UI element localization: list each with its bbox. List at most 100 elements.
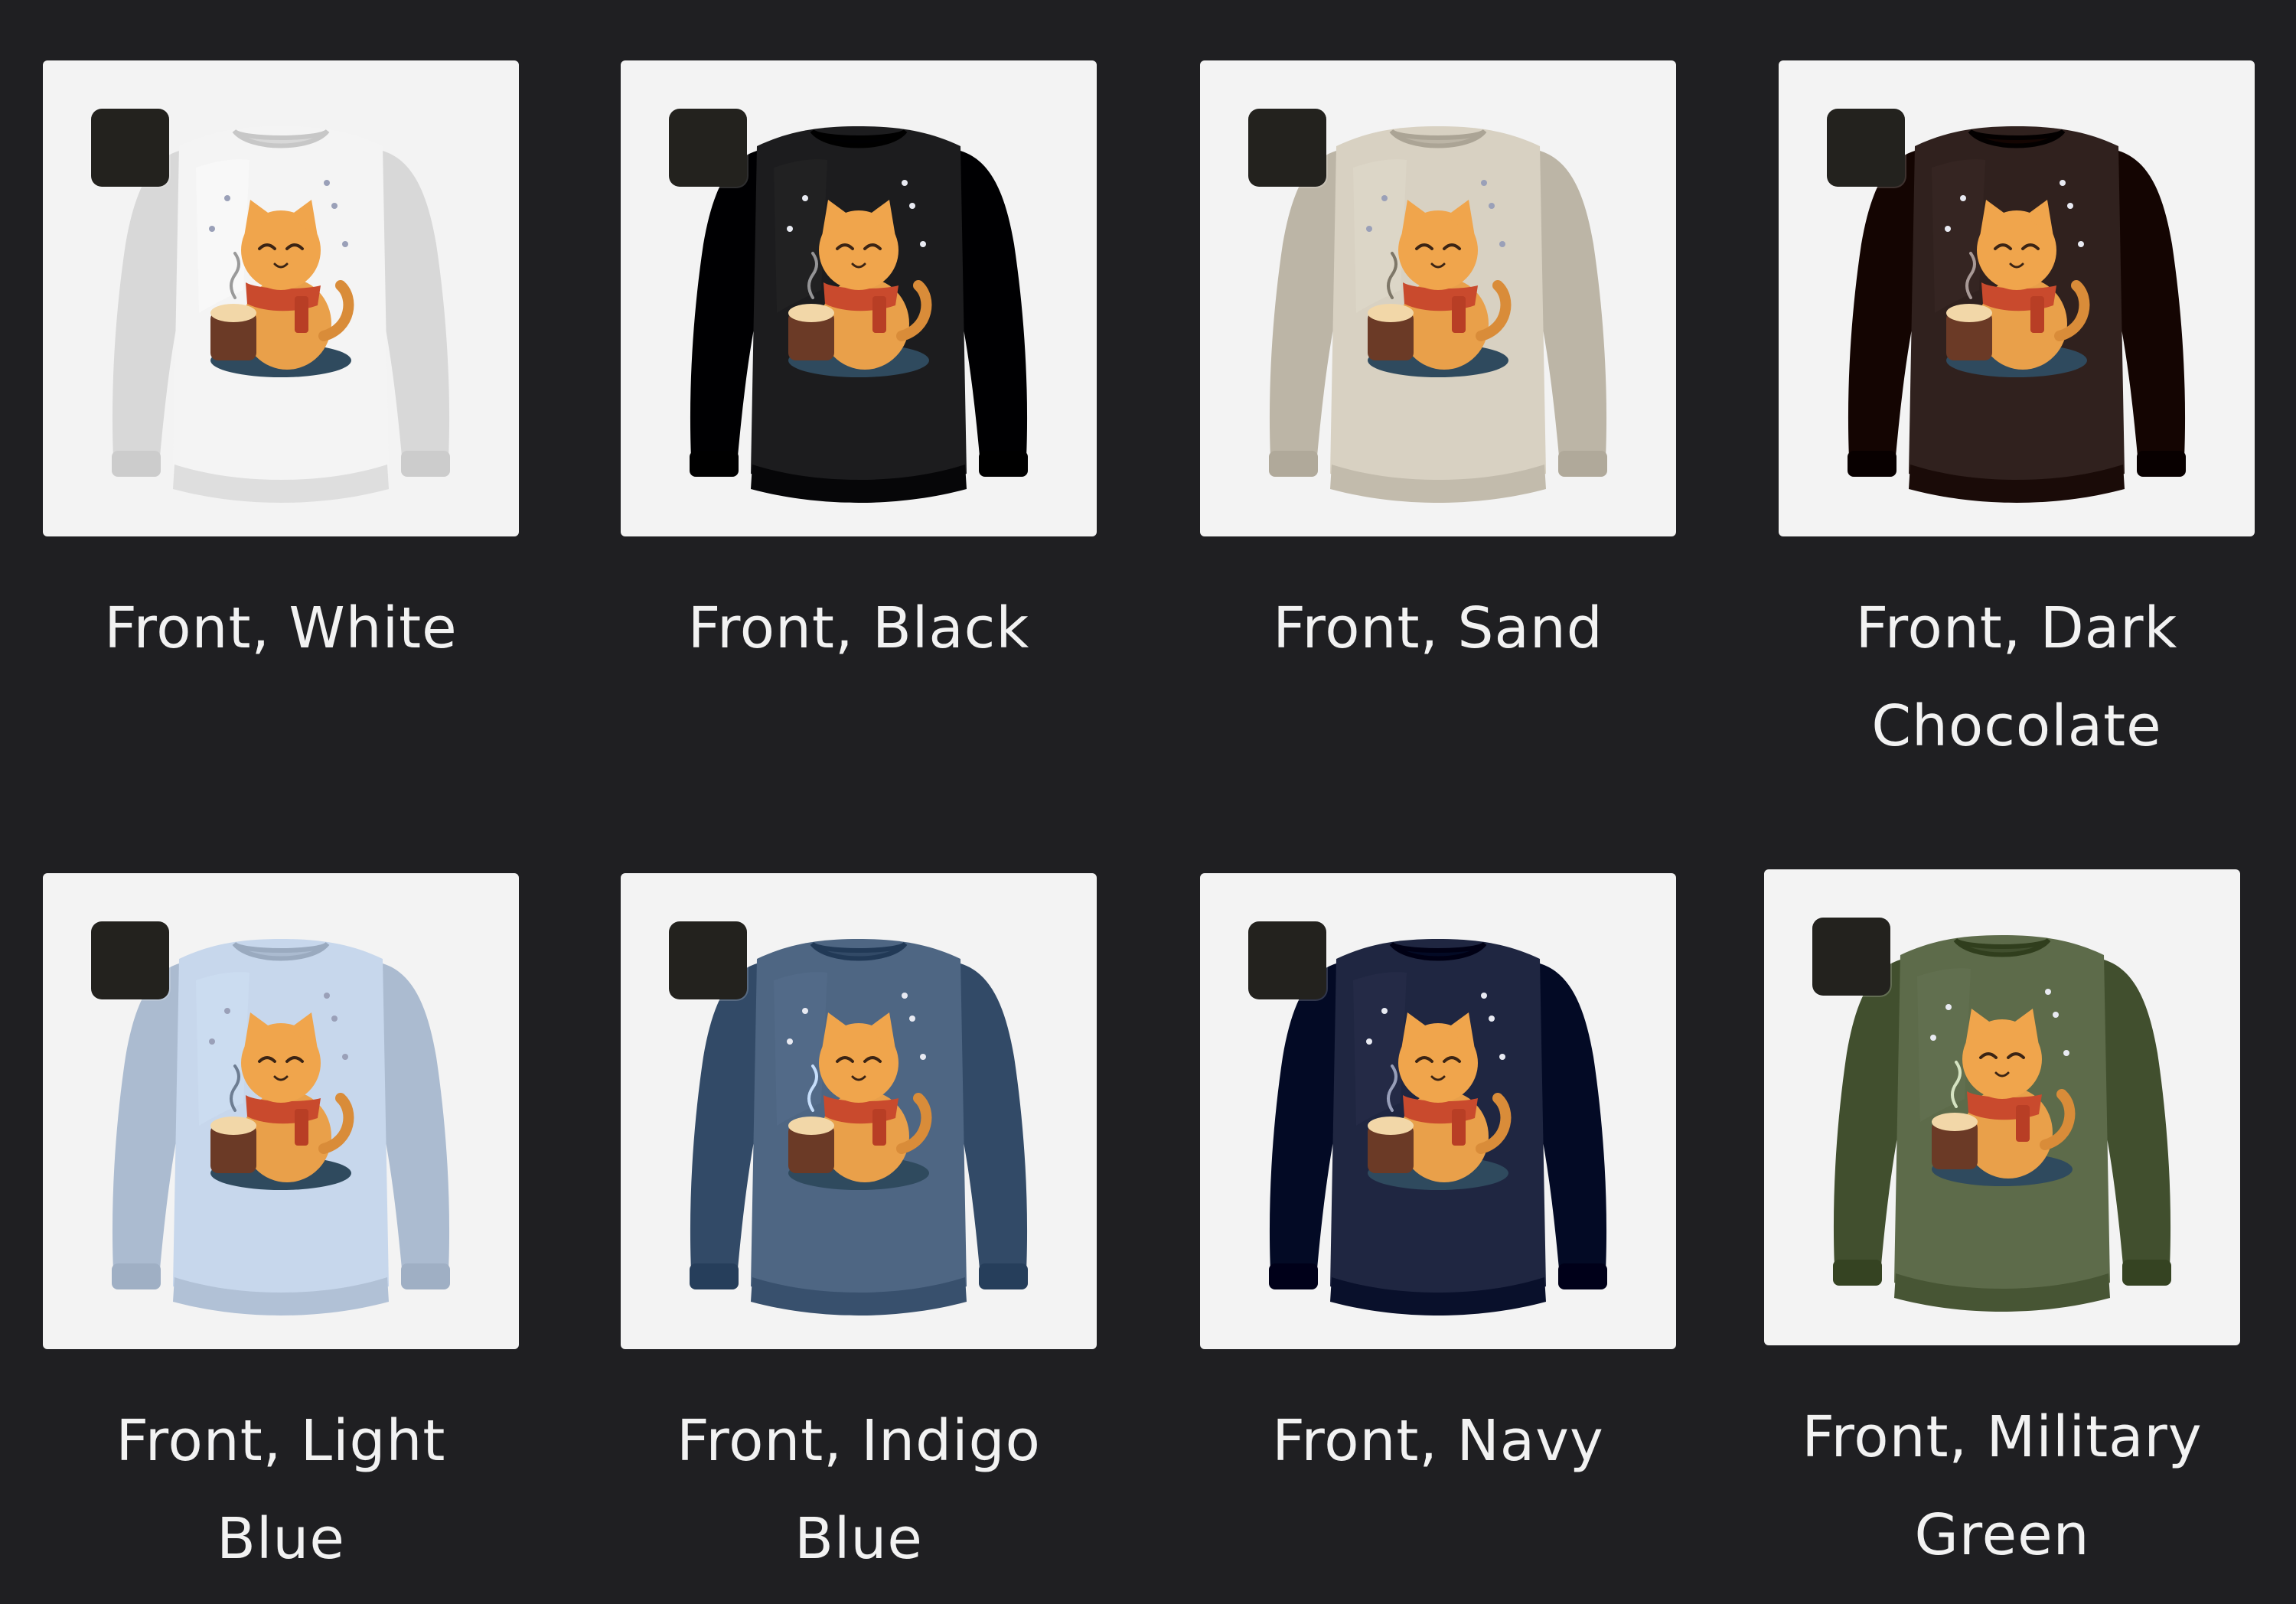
sweatshirt-right-cuff <box>979 1263 1028 1289</box>
sweatshirt-right-cuff <box>979 451 1028 477</box>
variant-card[interactable] <box>621 60 1097 536</box>
sweatshirt-highlight <box>774 159 827 313</box>
cat-scarf-tail <box>872 1109 886 1146</box>
sweatshirt-right-cuff <box>401 451 450 477</box>
variant-item-sand[interactable]: Front, Sand <box>1200 60 1676 677</box>
cocoa-foam <box>788 1117 834 1135</box>
variant-card[interactable] <box>43 873 519 1349</box>
variant-card[interactable] <box>621 873 1097 1349</box>
cat-scarf-tail <box>295 1109 308 1146</box>
snowflake-dot <box>1960 195 1966 201</box>
sweatshirt-left-cuff <box>690 451 739 477</box>
snowflake-dot <box>209 226 215 232</box>
variant-card[interactable] <box>1200 60 1676 536</box>
snowflake-dot <box>1489 203 1495 209</box>
snowflake-dot <box>209 1038 215 1045</box>
sweatshirt-right-cuff <box>2122 1260 2171 1286</box>
snowflake-dot <box>1381 195 1388 201</box>
snowflake-dot <box>2045 989 2051 995</box>
snowflake-dot <box>909 203 915 209</box>
snowflake-dot <box>920 1054 926 1060</box>
snowflake-dot <box>1366 226 1372 232</box>
snowflake-dot <box>1489 1016 1495 1022</box>
sweatshirt-left-cuff <box>690 1263 739 1289</box>
color-swatch-icon[interactable] <box>669 921 747 999</box>
snowflake-dot <box>2078 241 2084 247</box>
color-swatch-icon[interactable] <box>1248 921 1326 999</box>
sweatshirt-right-cuff <box>401 1263 450 1289</box>
snowflake-dot <box>331 1016 338 1022</box>
snowflake-dot <box>342 1054 348 1060</box>
cocoa-foam <box>788 304 834 322</box>
snowflake-dot <box>1499 1054 1505 1060</box>
snowflake-dot <box>1366 1038 1372 1045</box>
variant-card[interactable] <box>1764 869 2240 1345</box>
sweatshirt-left-cuff <box>1848 451 1896 477</box>
snowflake-dot <box>1481 993 1487 999</box>
color-swatch-icon[interactable] <box>1827 109 1905 187</box>
sweatshirt-highlight <box>1353 159 1407 313</box>
sweatshirt-left-cuff <box>112 1263 161 1289</box>
variant-item-white[interactable]: Front, White <box>43 60 519 677</box>
variant-card[interactable] <box>43 60 519 536</box>
color-swatch-icon[interactable] <box>91 921 169 999</box>
snowflake-dot <box>920 241 926 247</box>
sweatshirt-right-cuff <box>2137 451 2186 477</box>
variant-item-indigo-blue[interactable]: Front, Indigo Blue <box>621 873 1097 1588</box>
variant-card[interactable] <box>1779 60 2255 536</box>
cocoa-foam <box>1368 1117 1414 1135</box>
variant-item-military-green[interactable]: Front, Military Green <box>1764 869 2240 1584</box>
variant-card[interactable] <box>1200 873 1676 1349</box>
snowflake-dot <box>1930 1035 1936 1041</box>
color-swatch-icon[interactable] <box>91 109 169 187</box>
variant-label: Front, Black <box>687 595 1030 661</box>
sweatshirt-highlight <box>196 972 249 1126</box>
variant-item-dark-chocolate[interactable]: Front, Dark Chocolate <box>1779 60 2255 775</box>
cat-scarf-tail <box>1452 296 1466 333</box>
sweatshirt-right-cuff <box>1558 1263 1607 1289</box>
color-swatch-icon[interactable] <box>1248 109 1326 187</box>
variant-gallery: Front, White Front, Black Front, Sand Fr… <box>0 0 2296 1604</box>
sweatshirt-highlight <box>1353 972 1407 1126</box>
variant-item-light-blue[interactable]: Front, Light Blue <box>43 873 519 1588</box>
cocoa-foam <box>1932 1113 1978 1131</box>
sweatshirt-highlight <box>196 159 249 313</box>
snowflake-dot <box>2067 203 2073 209</box>
snowflake-dot <box>802 1008 808 1014</box>
snowflake-dot <box>787 1038 793 1045</box>
variant-label: Front, Navy <box>1272 1408 1604 1474</box>
snowflake-dot <box>331 203 338 209</box>
snowflake-dot <box>1945 1004 1952 1010</box>
variant-item-navy[interactable]: Front, Navy <box>1200 873 1676 1490</box>
variant-label: Front, White <box>104 595 458 661</box>
snowflake-dot <box>224 1008 230 1014</box>
snowflake-dot <box>787 226 793 232</box>
variant-label: Front, Light Blue <box>116 1408 446 1572</box>
snowflake-dot <box>324 993 330 999</box>
snowflake-dot <box>1945 226 1951 232</box>
variant-label: Front, Indigo Blue <box>677 1408 1041 1572</box>
snowflake-dot <box>902 993 908 999</box>
sweatshirt-left-cuff <box>1269 1263 1318 1289</box>
variant-label: Front, Military Green <box>1802 1404 2203 1568</box>
snowflake-dot <box>324 180 330 186</box>
cocoa-foam <box>210 1117 256 1135</box>
snowflake-dot <box>1381 1008 1388 1014</box>
variant-label: Front, Sand <box>1273 595 1603 661</box>
snowflake-dot <box>802 195 808 201</box>
cocoa-foam <box>1946 304 1992 322</box>
variant-item-black[interactable]: Front, Black <box>621 60 1097 677</box>
cocoa-foam <box>1368 304 1414 322</box>
cat-scarf-tail <box>295 296 308 333</box>
snowflake-dot <box>224 195 230 201</box>
snowflake-dot <box>1499 241 1505 247</box>
color-swatch-icon[interactable] <box>1812 918 1890 996</box>
cat-scarf-tail <box>2016 1105 2030 1142</box>
sweatshirt-highlight <box>1917 968 1971 1122</box>
snowflake-dot <box>909 1016 915 1022</box>
sweatshirt-left-cuff <box>112 451 161 477</box>
snowflake-dot <box>2060 180 2066 186</box>
color-swatch-icon[interactable] <box>669 109 747 187</box>
cat-scarf-tail <box>1452 1109 1466 1146</box>
sweatshirt-right-cuff <box>1558 451 1607 477</box>
